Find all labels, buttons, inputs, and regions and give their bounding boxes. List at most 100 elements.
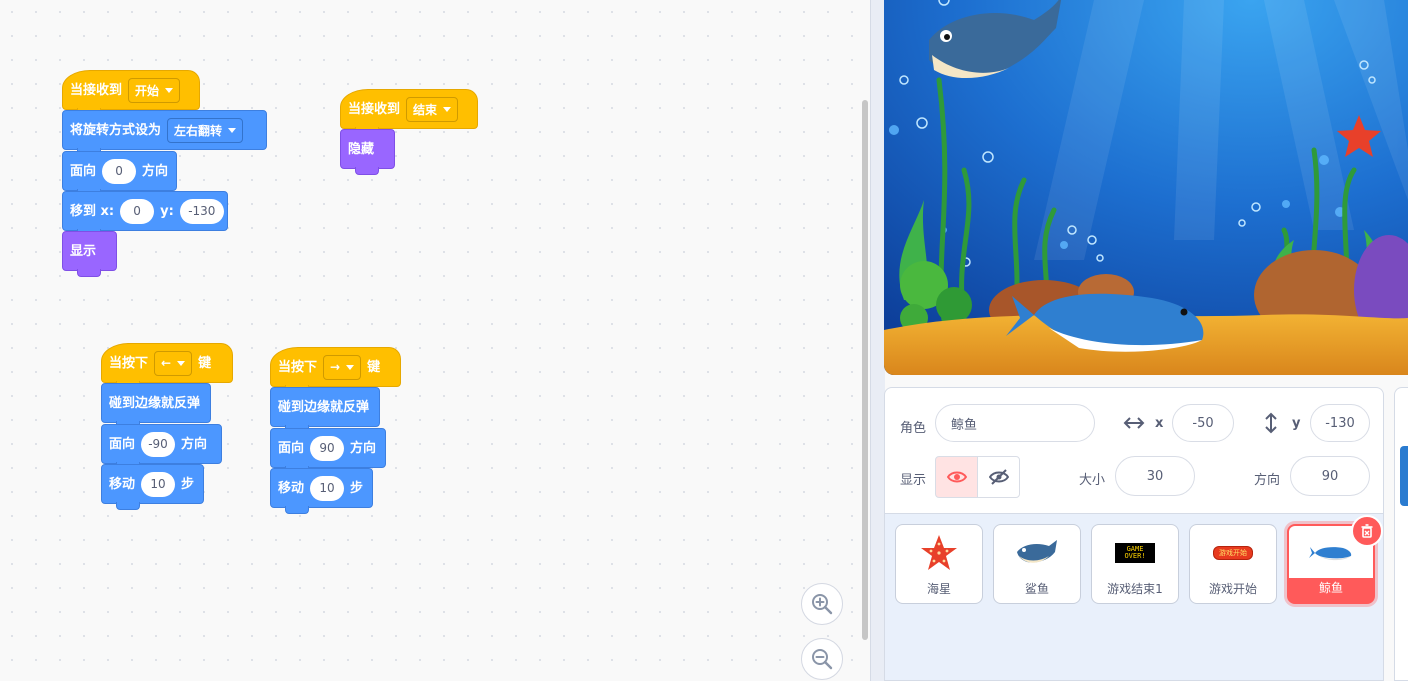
eye-icon xyxy=(946,471,967,483)
thumb-text: GAME OVER! xyxy=(1115,543,1155,563)
x-position-input[interactable]: -50 xyxy=(1172,404,1234,442)
zoom-out-button[interactable] xyxy=(801,638,843,680)
game-over-icon: GAME OVER! xyxy=(1092,531,1178,575)
zoom-out-icon xyxy=(812,649,833,670)
block-label: 碰到边缘就反弹 xyxy=(109,395,201,411)
block-label: 步 xyxy=(350,480,364,496)
direction-input[interactable]: -90 xyxy=(141,431,176,457)
starfish-icon xyxy=(896,531,982,575)
point-direction-block[interactable]: 面向 -90 方向 xyxy=(101,424,222,470)
stage[interactable] xyxy=(884,0,1408,375)
rotation-style-dropdown[interactable]: 左右翻转 xyxy=(167,117,244,143)
caret-down-icon xyxy=(443,106,452,112)
sprite-name: 游戏结束1 xyxy=(1107,582,1163,596)
caret-down-icon xyxy=(346,364,355,370)
block-label: 键 xyxy=(367,359,381,375)
zoom-in-button[interactable] xyxy=(801,583,843,625)
point-direction-block[interactable]: 面向 90 方向 xyxy=(270,428,386,474)
sprite-tile-shark[interactable]: 鲨鱼 xyxy=(993,524,1081,604)
vertical-arrows-icon xyxy=(1265,412,1277,434)
direction-input[interactable]: 0 xyxy=(102,158,137,184)
hide-sprite-button[interactable] xyxy=(977,456,1020,498)
move-steps-block[interactable]: 移动 10 步 xyxy=(270,468,373,514)
caret-down-icon xyxy=(228,127,237,133)
sprite-name: 游戏开始 xyxy=(1208,582,1257,596)
block-label: 方向 xyxy=(181,436,208,452)
backdrop-thumbnail[interactable] xyxy=(1400,446,1408,506)
sprite-tile-game-start[interactable]: 游戏开始 游戏开始 xyxy=(1189,524,1277,604)
dropdown-value: 开始 xyxy=(135,83,160,98)
point-direction-block[interactable]: 面向 0 方向 xyxy=(62,151,177,197)
x-input[interactable]: 0 xyxy=(120,198,155,224)
dropdown-value: → xyxy=(330,360,341,374)
eye-off-icon xyxy=(988,469,1009,485)
show-block[interactable]: 显示 xyxy=(62,231,117,277)
trash-icon xyxy=(1361,524,1373,538)
sprite-tile-game-over[interactable]: GAME OVER! 游戏结束1 xyxy=(1091,524,1179,604)
block-label: 方向 xyxy=(350,440,377,456)
block-label: 面向 xyxy=(109,436,136,452)
direction-input[interactable]: 90 xyxy=(1290,456,1370,496)
block-label: 隐藏 xyxy=(348,141,375,157)
sprite-tile-starfish[interactable]: 海星 xyxy=(895,524,983,604)
message-dropdown[interactable]: 开始 xyxy=(128,77,181,103)
when-key-right-pressed-block[interactable]: 当按下 → 键 xyxy=(270,347,401,393)
panel-divider xyxy=(870,0,885,681)
y-position-input[interactable]: -130 xyxy=(1310,404,1370,442)
show-sprite-button[interactable] xyxy=(935,456,978,498)
key-dropdown[interactable]: ← xyxy=(154,350,193,376)
direction-input[interactable]: 90 xyxy=(310,435,345,461)
block-label: 将旋转方式设为 xyxy=(70,122,162,138)
move-steps-block[interactable]: 移动 10 步 xyxy=(101,464,204,510)
stage-panel xyxy=(1394,387,1408,681)
block-label: 键 xyxy=(198,355,212,371)
sprite-info-panel: 角色 鲸鱼 x -50 y -130 显示 大小 30 方向 90 xyxy=(884,387,1384,513)
sprite-label: 角色 xyxy=(900,421,927,436)
zoom-in-icon xyxy=(812,594,833,615)
steps-input[interactable]: 10 xyxy=(141,471,176,497)
block-label: 当接收到 xyxy=(70,82,123,98)
dropdown-value: ← xyxy=(161,356,172,370)
block-label: y: xyxy=(160,203,174,219)
editor-window: 当接收到 开始 将旋转方式设为 左右翻转 面向 0 方向 移到 x: 0 y: … xyxy=(0,0,1408,681)
caret-down-icon xyxy=(177,360,186,366)
underwater-backdrop xyxy=(884,0,1408,375)
block-label: 移动 xyxy=(278,480,305,496)
key-dropdown[interactable]: → xyxy=(323,354,362,380)
sprite-name: 鲸鱼 xyxy=(1318,581,1343,595)
sprite-list: 海星 鲨鱼 GAME OVER! 游戏结束1 游戏开始 游戏开始 鲸鱼 xyxy=(884,513,1384,681)
dropdown-value: 左右翻转 xyxy=(174,123,223,138)
block-label: 碰到边缘就反弹 xyxy=(278,399,370,415)
when-receive-end-block[interactable]: 当接收到 结束 xyxy=(340,89,478,135)
size-input[interactable]: 30 xyxy=(1115,456,1195,496)
size-label: 大小 xyxy=(1079,473,1106,488)
block-label: 当按下 xyxy=(278,359,318,375)
bounce-on-edge-block[interactable]: 碰到边缘就反弹 xyxy=(101,383,211,429)
block-label: 面向 xyxy=(70,163,97,179)
block-label: 当接收到 xyxy=(348,101,401,117)
workspace-scrollbar[interactable] xyxy=(862,100,868,640)
when-receive-start-block[interactable]: 当接收到 开始 xyxy=(62,70,200,116)
sprite-name: 海星 xyxy=(926,582,951,596)
when-key-left-pressed-block[interactable]: 当按下 ← 键 xyxy=(101,343,233,389)
y-input[interactable]: -130 xyxy=(179,198,224,224)
bounce-on-edge-block[interactable]: 碰到边缘就反弹 xyxy=(270,387,380,433)
block-label: 步 xyxy=(181,476,195,492)
dropdown-value: 结束 xyxy=(413,102,438,117)
block-label: 当按下 xyxy=(109,355,149,371)
block-label: 显示 xyxy=(70,243,97,259)
script-workspace[interactable]: 当接收到 开始 将旋转方式设为 左右翻转 面向 0 方向 移到 x: 0 y: … xyxy=(0,0,870,681)
block-label: 移到 x: xyxy=(70,203,115,219)
message-dropdown[interactable]: 结束 xyxy=(406,96,459,122)
sprite-name-input[interactable]: 鲸鱼 xyxy=(935,404,1095,442)
horizontal-arrows-icon xyxy=(1123,417,1145,429)
x-label: x xyxy=(1155,416,1164,431)
steps-input[interactable]: 10 xyxy=(310,475,345,501)
direction-label: 方向 xyxy=(1254,473,1281,488)
set-rotation-style-block[interactable]: 将旋转方式设为 左右翻转 xyxy=(62,110,267,156)
thumb-text: 游戏开始 xyxy=(1213,546,1253,560)
hide-block[interactable]: 隐藏 xyxy=(340,129,395,175)
goto-xy-block[interactable]: 移到 x: 0 y: -130 xyxy=(62,191,228,237)
caret-down-icon xyxy=(165,87,174,93)
delete-sprite-button[interactable] xyxy=(1351,515,1383,547)
